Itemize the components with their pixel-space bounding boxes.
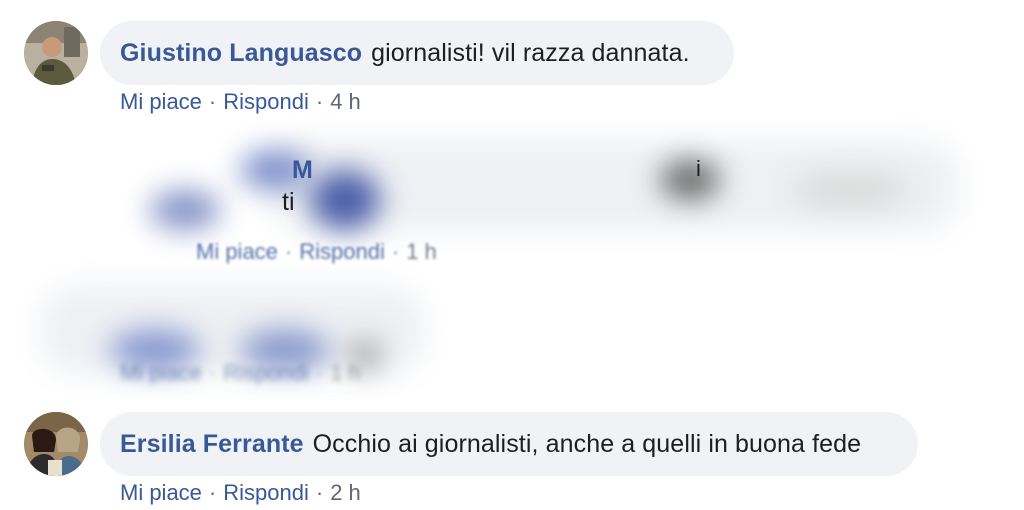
comment-text-fragment-end: i — [696, 156, 701, 181]
separator: · — [391, 239, 400, 264]
comment-actions: Mi piace · Rispondi · 4 h — [120, 89, 361, 115]
comment-author[interactable]: Ersilia Ferrante — [120, 430, 304, 459]
reply-link[interactable]: Rispondi — [223, 480, 309, 505]
profile-photo-icon — [24, 21, 88, 85]
separator: · — [315, 89, 324, 114]
comment-text-fragment: ti — [282, 188, 295, 216]
separator: · — [315, 480, 324, 505]
separator: · — [208, 480, 217, 505]
separator: · — [208, 89, 217, 114]
comment-timestamp[interactable]: 1 h — [406, 239, 437, 264]
like-link[interactable]: Mi piace — [196, 239, 278, 264]
avatar[interactable] — [24, 412, 88, 476]
reply-link[interactable]: Rispondi — [223, 89, 309, 114]
comment-actions: Mi piace · Rispondi · 1 h — [120, 360, 361, 386]
blur-smear — [310, 160, 960, 230]
comment-author-fragment[interactable]: M — [292, 156, 313, 185]
like-link[interactable]: Mi piace — [120, 89, 202, 114]
comment-author[interactable]: Giustino Languasco — [120, 39, 362, 68]
comment-bubble: Ersilia Ferrante Occhio ai giornalisti, … — [100, 412, 918, 476]
comment-bubble: Giustino Languasco giornalisti! vil razz… — [100, 21, 734, 85]
separator: · — [315, 360, 324, 385]
comment-text: giornalisti! vil razza dannata. — [371, 38, 690, 67]
comment-actions: Mi piace · Rispondi · 2 h — [120, 480, 361, 506]
comment-timestamp[interactable]: 4 h — [330, 89, 361, 114]
separator: · — [284, 239, 293, 264]
comment-actions: Mi piace · Rispondi · 1 h — [196, 239, 437, 265]
separator: · — [208, 360, 217, 385]
like-link[interactable]: Mi piace — [120, 360, 202, 385]
reply-link[interactable]: Rispondi — [223, 360, 309, 385]
reply-link[interactable]: Rispondi — [299, 239, 385, 264]
comment-timestamp[interactable]: 2 h — [330, 480, 361, 505]
avatar[interactable] — [24, 21, 88, 85]
like-link[interactable]: Mi piace — [120, 480, 202, 505]
profile-photo-icon — [24, 412, 88, 476]
comment-text: Occhio ai giornalisti, anche a quelli in… — [312, 429, 862, 458]
comment-timestamp[interactable]: 1 h — [330, 360, 361, 385]
